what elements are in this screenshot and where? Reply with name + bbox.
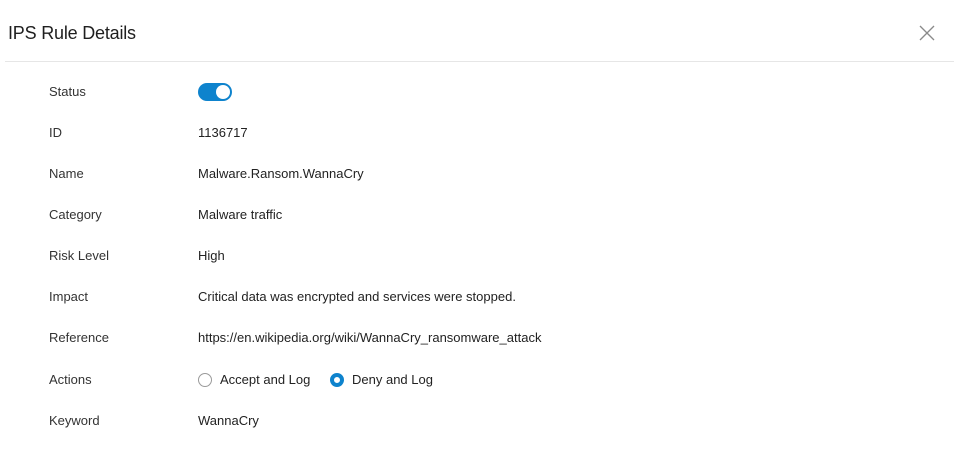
reference-value: https://en.wikipedia.org/wiki/WannaCry_r… xyxy=(198,330,542,345)
keyword-label: Keyword xyxy=(49,413,100,428)
name-value: Malware.Ransom.WannaCry xyxy=(198,166,364,181)
header-divider xyxy=(5,61,954,62)
row-category: Category Malware traffic xyxy=(0,203,954,227)
row-keyword: Keyword WannaCry xyxy=(0,409,954,433)
radio-deny-and-log-label: Deny and Log xyxy=(352,372,433,387)
radio-checked-icon xyxy=(330,373,344,387)
row-status: Status xyxy=(0,80,954,104)
category-value: Malware traffic xyxy=(198,207,283,222)
risk-level-label: Risk Level xyxy=(49,248,109,263)
row-risk-level: Risk Level High xyxy=(0,244,954,268)
radio-accept-and-log-label: Accept and Log xyxy=(220,372,311,387)
actions-label: Actions xyxy=(49,372,92,387)
toggle-knob xyxy=(216,85,230,99)
close-button[interactable] xyxy=(917,23,937,43)
id-value: 1136717 xyxy=(198,125,248,140)
row-id: ID 1136717 xyxy=(0,121,954,145)
name-label: Name xyxy=(49,166,84,181)
reference-label: Reference xyxy=(49,330,109,345)
row-impact: Impact Critical data was encrypted and s… xyxy=(0,285,954,309)
risk-level-value: High xyxy=(198,248,225,263)
status-toggle[interactable] xyxy=(198,83,232,101)
impact-value: Critical data was encrypted and services… xyxy=(198,289,516,304)
row-name: Name Malware.Ransom.WannaCry xyxy=(0,162,954,186)
impact-label: Impact xyxy=(49,289,89,304)
ips-rule-details-dialog: IPS Rule Details Status ID 1136717 Name … xyxy=(0,0,954,454)
category-label: Category xyxy=(49,207,102,222)
radio-unchecked-icon xyxy=(198,373,212,387)
row-reference: Reference https://en.wikipedia.org/wiki/… xyxy=(0,326,954,350)
dialog-header: IPS Rule Details xyxy=(0,0,954,62)
keyword-value: WannaCry xyxy=(198,413,259,428)
row-actions: Actions Accept and Log Deny and Log xyxy=(0,368,954,392)
close-icon xyxy=(919,25,935,41)
id-label: ID xyxy=(49,125,62,140)
dialog-title: IPS Rule Details xyxy=(8,23,136,43)
status-label: Status xyxy=(49,84,86,99)
